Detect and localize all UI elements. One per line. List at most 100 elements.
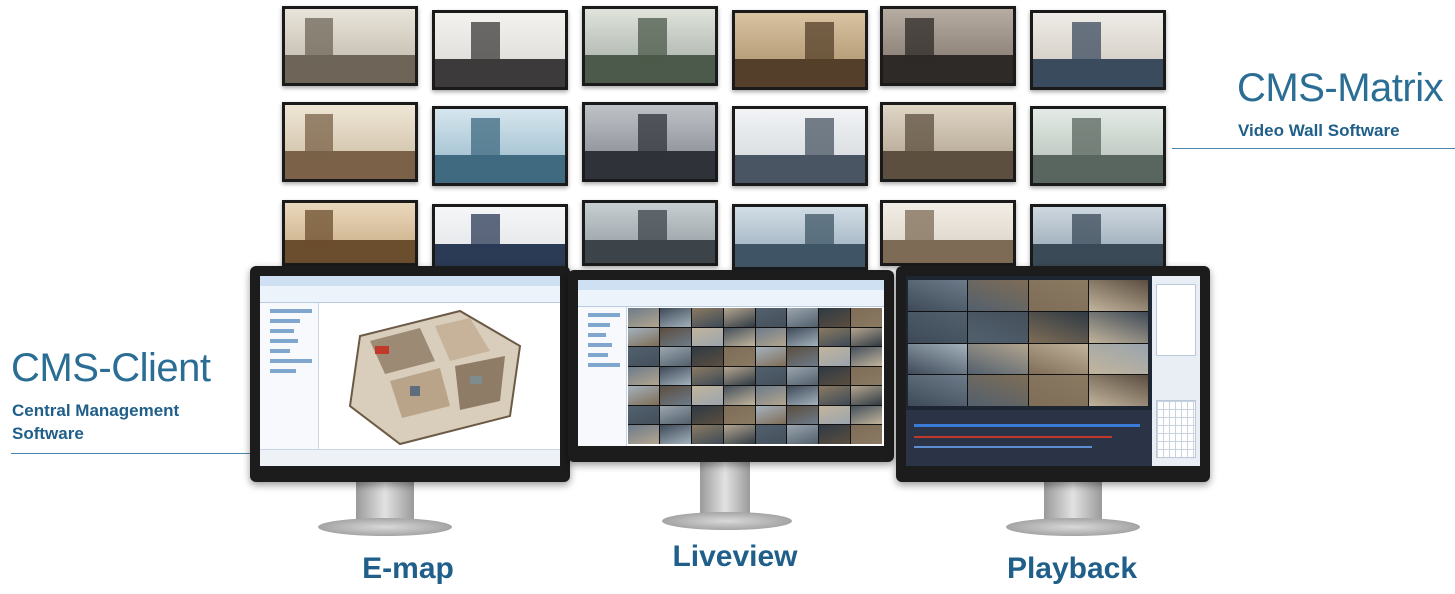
camera-thumbnail [659,347,691,366]
camera-thumbnail [628,425,659,444]
camera-thumbnail [851,308,882,327]
monitor-base [1006,518,1140,536]
camera-thumbnail [819,308,851,327]
camera-thumbnail [851,386,882,405]
camera-thumbnail [659,308,691,327]
camera-thumbnail [787,405,819,425]
emap-monitor [250,266,570,482]
camera-thumbnail [851,347,882,366]
camera-thumbnail [628,347,659,366]
camera-thumbnail [755,308,787,327]
camera-thumbnail [1088,375,1148,406]
camera-thumbnail [819,366,851,386]
camera-thumbnail [787,347,819,366]
device-tree [260,303,319,466]
video-wall-screen [1030,106,1166,186]
video-wall-screen [880,200,1016,266]
playback-monitor [896,266,1210,482]
matrix-title: CMS-Matrix [1237,66,1444,110]
camera-thumbnail [1088,311,1148,343]
caption-liveview: Liveview [672,540,798,573]
camera-thumbnail [851,405,882,425]
video-wall-screen [732,204,868,270]
camera-thumbnail [851,366,882,386]
camera-thumbnail [691,308,723,327]
timeline-bar [914,446,1092,448]
camera-thumbnail [723,308,755,327]
camera-thumbnail [755,386,787,405]
camera-thumbnail [723,425,755,444]
camera-thumbnail [628,308,659,327]
camera-thumbnail [723,405,755,425]
video-wall-screen [880,102,1016,182]
camera-thumbnail [1028,280,1088,311]
caption-playback: Playback [1006,552,1138,585]
camera-thumbnail [787,327,819,347]
monitor-base [318,518,452,536]
camera-thumbnail [691,386,723,405]
status-bar [260,449,560,466]
video-wall-screen [880,6,1016,86]
camera-thumbnail [968,343,1028,375]
camera-thumbnail [723,327,755,347]
video-wall-screen [732,10,868,90]
camera-list [1156,284,1196,356]
video-wall-screen [432,10,568,90]
camera-thumbnail [628,366,659,386]
video-wall [282,6,1172,270]
monitor-stand [700,458,750,520]
playback-screen [906,276,1200,466]
camera-thumbnail [908,343,968,375]
camera-thumbnail [691,405,723,425]
camera-thumbnail [1028,343,1088,375]
camera-thumbnail [659,366,691,386]
camera-thumbnail [628,386,659,405]
camera-thumbnail [819,405,851,425]
playback-controls [906,410,1152,466]
client-title: CMS-Client [11,346,211,390]
camera-thumbnail [1028,311,1088,343]
camera-thumbnail [1088,343,1148,375]
window-titlebar [260,276,560,286]
camera-thumbnail [755,425,787,444]
camera-thumbnail [908,280,968,311]
camera-thumbnail [819,347,851,366]
camera-thumbnail [819,386,851,405]
camera-thumbnail [659,425,691,444]
video-wall-screen [582,6,718,86]
camera-thumbnail [787,308,819,327]
video-wall-screen [1030,204,1166,270]
video-wall-screen [732,106,868,186]
camera-thumbnail [691,327,723,347]
camera-thumbnail [691,366,723,386]
camera-thumbnail [968,375,1028,406]
camera-grid [628,308,882,444]
camera-thumbnail [787,386,819,405]
client-divider [11,453,255,454]
camera-thumbnail [819,425,851,444]
video-wall-screen [582,102,718,182]
device-tree [578,307,627,446]
video-wall-screen [282,6,418,86]
camera-thumbnail [787,425,819,444]
caption-emap: E-map [362,552,454,585]
camera-thumbnail [968,311,1028,343]
calendar-widget [1156,400,1196,458]
emap-screen [260,276,560,466]
video-wall-screen [582,200,718,266]
camera-thumbnail [755,366,787,386]
camera-thumbnail [659,327,691,347]
video-wall-screen [1030,10,1166,90]
camera-thumbnail [819,327,851,347]
client-subtitle-line2: Software [12,424,84,443]
camera-thumbnail [723,386,755,405]
camera-thumbnail [628,327,659,347]
camera-thumbnail [628,405,659,425]
camera-thumbnail [1088,280,1148,311]
camera-thumbnail [755,327,787,347]
camera-thumbnail [723,347,755,366]
camera-thumbnail [691,347,723,366]
camera-thumbnail [723,366,755,386]
ribbon-toolbar [578,290,884,307]
video-wall-screen [282,102,418,182]
